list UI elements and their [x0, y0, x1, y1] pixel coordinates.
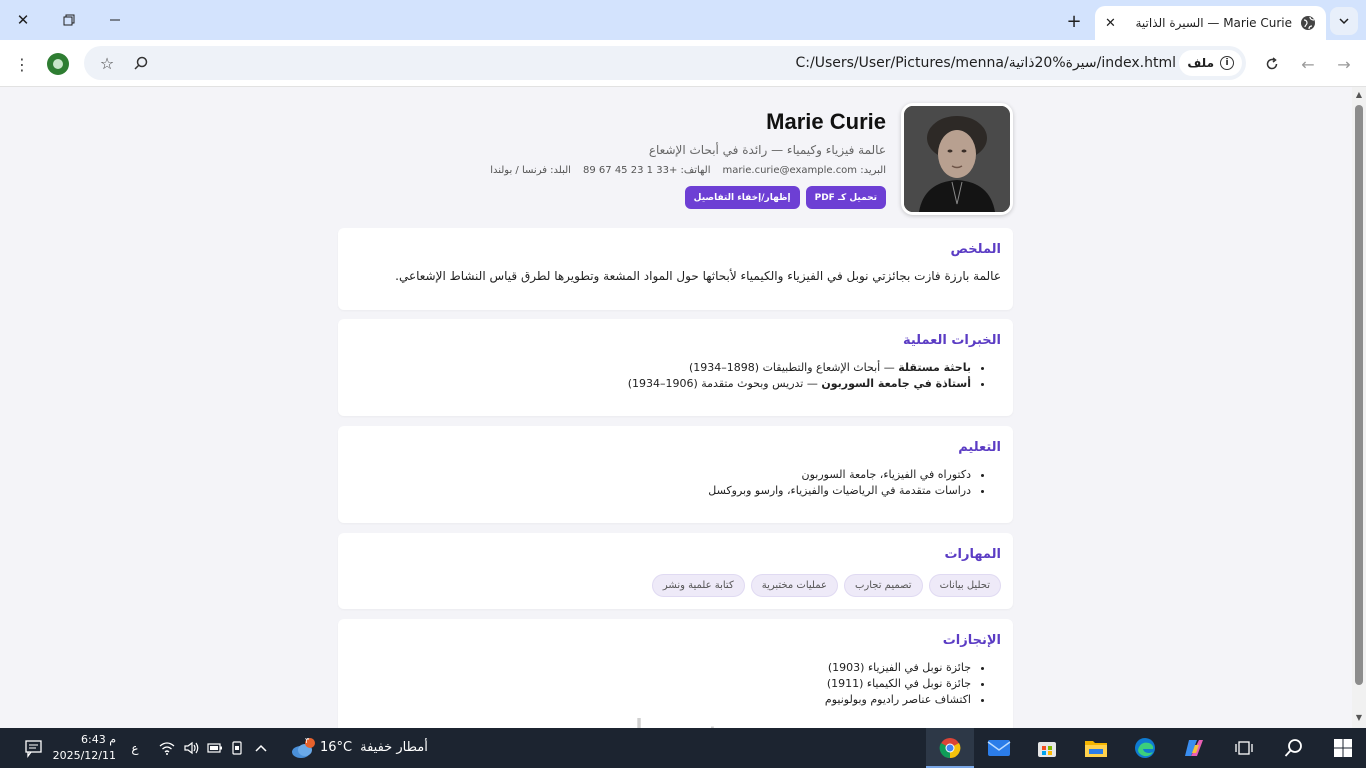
chrome-taskbar-icon[interactable] [935, 734, 965, 762]
profile-photo [901, 103, 1013, 215]
download-pdf-button[interactable]: تحميل كـ PDF [805, 186, 886, 209]
tab-close-icon[interactable]: ✕ [1105, 16, 1125, 31]
task-view-icon[interactable] [1229, 734, 1259, 762]
chevron-down-icon [1339, 18, 1349, 25]
page-scrollbar[interactable]: ▲ ▼ [1352, 87, 1366, 728]
achievements-list: جائزة نوبل في الفيزياء (1903) جائزة نوبل… [350, 660, 1001, 708]
contact-phone: الهاتف: +33 1 23 45 67 89 [582, 165, 711, 176]
chevron-up-icon[interactable] [246, 734, 276, 762]
education-card: التعليم دكتوراه في الفيزياء، جامعة السور… [338, 426, 1013, 523]
experience-heading: الخبرات العملية [902, 333, 1001, 348]
search-icon[interactable] [1279, 734, 1309, 762]
contact-line: البريد: marie.curie@example.com الهاتف: … [490, 165, 886, 176]
profile-avatar[interactable] [47, 53, 69, 75]
site-info-chip[interactable]: ملف i [1179, 50, 1242, 76]
browser-tab-active[interactable]: ✕ السيرة الذاتية — Marie Curie [1095, 6, 1326, 40]
copilot-taskbar-icon[interactable] [1179, 734, 1209, 762]
tab-title: السيرة الذاتية — Marie Curie [1135, 16, 1293, 30]
education-list: دكتوراه في الفيزياء، جامعة السوربون دراس… [350, 467, 1001, 499]
reload-icon [1266, 57, 1278, 70]
contact-email: البريد: marie.curie@example.com [722, 165, 887, 176]
summary-card: الملخص عالمة بارزة فازت بجائزتي نوبل في … [338, 228, 1013, 310]
page-viewport: Marie Curie عالمة فيزياء وكيمياء — رائدة… [0, 87, 1352, 728]
info-icon: i [1220, 56, 1234, 70]
zoom-search-icon[interactable] [128, 50, 154, 76]
weather-desc: أمطار خفيفة [360, 739, 428, 755]
restore-window-button[interactable] [46, 0, 92, 40]
minimize-window-button[interactable] [92, 0, 138, 40]
list-item: دكتوراه في الفيزياء، جامعة السوربون [350, 467, 971, 483]
list-item: دراسات متقدمة في الرياضيات والفيزياء، وا… [350, 483, 971, 499]
edge-taskbar-icon[interactable] [1130, 734, 1160, 762]
skills-card: المهارات تحليل بيانات تصميم تجارب عمليات… [338, 533, 1013, 609]
experience-role: أستاذة في جامعة السوربون [821, 377, 971, 390]
weather-badge: ٣ [305, 736, 310, 745]
resume-container: Marie Curie عالمة فيزياء وكيمياء — رائدة… [338, 87, 1013, 728]
experience-card: الخبرات العملية باحثة مستقلة — أبحاث الإ… [338, 319, 1013, 416]
toggle-details-button[interactable]: إظهار/إخفاء التفاصيل [684, 186, 800, 209]
achievements-heading: الإنجازات [942, 633, 1001, 648]
experience-role: باحثة مستقلة [898, 361, 971, 374]
new-tab-button[interactable]: + [1062, 9, 1086, 33]
globe-icon [1301, 16, 1315, 30]
weather-widget[interactable]: ٣ 16°C أمطار خفيفة [290, 736, 428, 758]
restore-icon [63, 14, 75, 26]
education-heading: التعليم [958, 440, 1001, 455]
summary-heading: الملخص [950, 242, 1001, 257]
skill-chip: عمليات مختبرية [750, 574, 838, 597]
browser-toolbar: ⋮ ☆ C:/Users/User/Pictures/menna/سيرة%20… [0, 40, 1366, 87]
skills-chips: تحليل بيانات تصميم تجارب عمليات مختبرية … [350, 574, 1001, 597]
skills-heading: المهارات [944, 547, 1001, 562]
url-text[interactable]: C:/Users/User/Pictures/menna/سيرة%20ذاتي… [796, 55, 1177, 71]
resume-header: Marie Curie عالمة فيزياء وكيمياء — رائدة… [338, 87, 1013, 225]
list-item: جائزة نوبل في الفيزياء (1903) [350, 660, 971, 676]
contact-country: البلد: فرنسا / بولندا [490, 165, 571, 176]
input-language[interactable]: ع [120, 734, 150, 762]
mail-taskbar-icon[interactable] [984, 734, 1014, 762]
taskbar: 6:43 م 2025/12/11 ع ٣ 16°C أمطار خفيفة [0, 728, 1366, 768]
list-item: اكتشاف عناصر راديوم وبولونيوم [350, 692, 971, 708]
skill-chip: تصميم تجارب [843, 574, 923, 597]
clock-time: 6:43 م [80, 733, 116, 746]
weather-temp: 16°C [320, 739, 353, 755]
experience-desc: — تدريس وبحوث متقدمة (1906–1934) [627, 377, 822, 390]
notifications-icon[interactable] [18, 734, 48, 762]
bookmark-star-icon[interactable]: ☆ [94, 50, 120, 76]
experience-desc: — أبحاث الإشعاع والتطبيقات (1898–1934) [688, 361, 899, 374]
scroll-down-arrow[interactable]: ▼ [1355, 714, 1363, 722]
reload-button[interactable] [1259, 51, 1285, 77]
list-item: أستاذة في جامعة السوربون — تدريس وبحوث م… [350, 376, 971, 392]
system-clock[interactable]: 6:43 م 2025/12/11 [52, 732, 116, 764]
header-buttons: تحميل كـ PDF إظهار/إخفاء التفاصيل [684, 186, 886, 209]
scroll-up-arrow[interactable]: ▲ [1355, 91, 1363, 99]
resume-title: عالمة فيزياء وكيمياء — رائدة في أبحاث ال… [648, 143, 886, 157]
list-item: باحثة مستقلة — أبحاث الإشعاع والتطبيقات … [350, 360, 971, 376]
site-chip-label: ملف [1187, 56, 1214, 70]
address-bar[interactable]: ☆ C:/Users/User/Pictures/menna/سيرة%20ذا… [84, 46, 1246, 80]
tab-bar: ✕ + ✕ السيرة الذاتية — Marie Curie [0, 0, 1366, 40]
scroll-thumb[interactable] [1355, 105, 1363, 685]
skill-chip: كتابة علمية ونشر [651, 574, 745, 597]
clock-date: 2025/12/11 [52, 749, 116, 762]
list-item: جائزة نوبل في الكيمياء (1911) [350, 676, 971, 692]
store-taskbar-icon[interactable] [1032, 734, 1062, 762]
summary-text: عالمة بارزة فازت بجائزتي نوبل في الفيزيا… [395, 269, 1001, 283]
minimize-icon [110, 19, 120, 21]
forward-button[interactable]: → [1331, 51, 1357, 77]
windows-start-icon[interactable] [1328, 734, 1358, 762]
skill-chip: تحليل بيانات [928, 574, 1001, 597]
close-window-button[interactable]: ✕ [0, 0, 46, 40]
back-button[interactable]: ← [1295, 51, 1321, 77]
resume-name: Marie Curie [766, 109, 886, 134]
file-explorer-taskbar-icon[interactable] [1081, 734, 1111, 762]
experience-list: باحثة مستقلة — أبحاث الإشعاع والتطبيقات … [350, 360, 1001, 392]
menu-dots-icon[interactable]: ⋮ [9, 51, 35, 77]
tab-search-button[interactable] [1330, 7, 1358, 35]
weather-icon: ٣ [290, 736, 315, 758]
